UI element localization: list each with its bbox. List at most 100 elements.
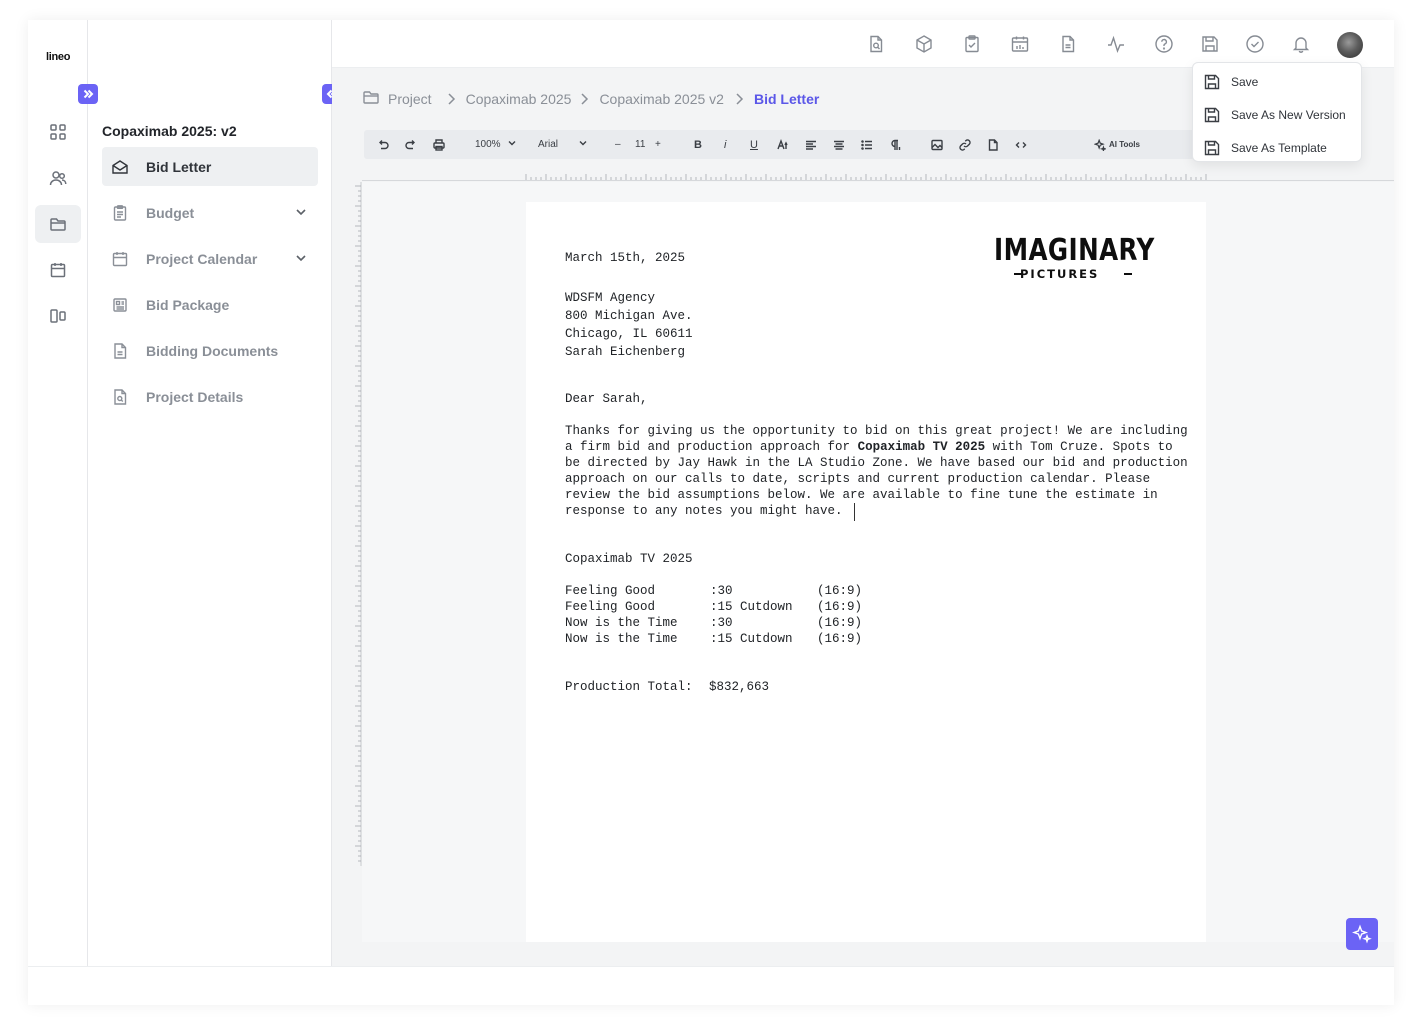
ai-assistant-button[interactable] bbox=[1346, 918, 1378, 950]
menu-item-label: Save As New Version bbox=[1231, 107, 1346, 122]
app-window: lineo Copaximab 2025: v2 Bid Letter Budg… bbox=[28, 20, 1394, 1005]
sidebar-item-label: Bid Letter bbox=[146, 158, 212, 175]
font-size-input[interactable]: 11 bbox=[635, 136, 645, 153]
sidebar-item-label: Project Details bbox=[146, 388, 244, 405]
code-icon[interactable] bbox=[1014, 136, 1028, 153]
sidebar-item-bidding-documents[interactable]: Bidding Documents bbox=[102, 331, 318, 370]
redo-icon[interactable] bbox=[404, 136, 418, 153]
sidebar-item-label: Project Calendar bbox=[146, 250, 258, 267]
cube-icon[interactable] bbox=[913, 33, 935, 55]
sidebar-item-label: Bidding Documents bbox=[146, 342, 279, 359]
horizontal-ruler[interactable] bbox=[362, 161, 1394, 181]
breadcrumb-copaximab-2025-v2[interactable]: Copaximab 2025 v2 bbox=[599, 91, 724, 107]
check-circle-icon[interactable] bbox=[1244, 33, 1266, 55]
left-rail: lineo bbox=[28, 20, 88, 966]
address-line: Sarah Eichenberg bbox=[565, 345, 686, 359]
chevron-down-icon[interactable] bbox=[294, 251, 308, 265]
save-icon[interactable] bbox=[1199, 33, 1221, 55]
spot-name: Feeling Good bbox=[565, 584, 656, 598]
rail-layout[interactable] bbox=[35, 297, 81, 335]
activity-icon[interactable] bbox=[1105, 33, 1127, 55]
bold-button[interactable]: B bbox=[694, 136, 702, 153]
zoom-value: 100% bbox=[475, 139, 501, 150]
align-center-icon[interactable] bbox=[832, 136, 846, 153]
spot-ratio: (16:9) bbox=[817, 584, 863, 598]
body-line: be directed by Jay Hawk in the LA Studio… bbox=[565, 456, 1188, 470]
vertical-ruler[interactable] bbox=[346, 182, 362, 866]
rail-users[interactable] bbox=[35, 159, 81, 197]
spot-length: :30 bbox=[710, 616, 733, 630]
spot-name: Feeling Good bbox=[565, 600, 656, 614]
calendar-chart-icon[interactable] bbox=[1009, 33, 1031, 55]
spot-name: Now is the Time bbox=[565, 616, 678, 630]
body-line: response to any notes you might have. bbox=[565, 504, 843, 518]
sidebar-item-bid-package[interactable]: Bid Package bbox=[102, 285, 318, 324]
image-icon[interactable] bbox=[930, 136, 944, 153]
chevron-down-icon bbox=[507, 138, 517, 151]
document-icon bbox=[110, 341, 130, 361]
newspaper-icon bbox=[110, 295, 130, 315]
decrease-font-size-button[interactable]: – bbox=[615, 136, 621, 153]
text-cursor bbox=[854, 503, 855, 521]
ai-tools-button[interactable]: AI Tools bbox=[1094, 136, 1140, 153]
menu-item-label: Save As Template bbox=[1231, 140, 1327, 155]
print-icon[interactable] bbox=[432, 136, 446, 153]
breadcrumb-project[interactable]: Project bbox=[388, 91, 432, 107]
breadcrumb-copaximab-2025[interactable]: Copaximab 2025 bbox=[466, 91, 572, 107]
avatar[interactable] bbox=[1337, 32, 1363, 58]
menu-item-save-as-template[interactable]: Save As Template bbox=[1193, 131, 1363, 164]
undo-icon[interactable] bbox=[376, 136, 390, 153]
save-icon bbox=[1204, 140, 1220, 155]
increase-font-size-button[interactable]: + bbox=[655, 136, 661, 153]
expand-rail-button[interactable] bbox=[78, 84, 98, 104]
chevron-right-icon bbox=[446, 92, 456, 106]
italic-button[interactable]: i bbox=[724, 136, 726, 153]
rail-projects[interactable] bbox=[35, 205, 81, 243]
font-value: Arial bbox=[538, 139, 559, 150]
link-icon[interactable] bbox=[958, 136, 972, 153]
document-page[interactable]: IMAGINARY PICTURES March 15th, 2025 WDSF… bbox=[526, 202, 1206, 942]
letter-date: March 15th, 2025 bbox=[565, 251, 686, 265]
save-icon bbox=[1204, 74, 1220, 89]
logo-wordmark: IMAGINARY bbox=[994, 233, 1155, 268]
calendar-icon bbox=[110, 249, 130, 269]
address-line: 800 Michigan Ave. bbox=[565, 309, 693, 323]
address-line: WDSFM Agency bbox=[565, 291, 656, 305]
menu-item-save-as-new-version[interactable]: Save As New Version bbox=[1193, 98, 1363, 131]
main-area: Project Copaximab 2025 Copaximab 2025 v2… bbox=[332, 20, 1394, 966]
list-icon[interactable] bbox=[860, 136, 874, 153]
file-search-icon[interactable] bbox=[865, 33, 887, 55]
chevron-down-icon[interactable] bbox=[294, 205, 308, 219]
help-icon[interactable] bbox=[1153, 33, 1175, 55]
file-search-icon bbox=[110, 387, 130, 407]
sidebar-item-project-details[interactable]: Project Details bbox=[102, 377, 318, 416]
align-left-icon[interactable] bbox=[804, 136, 818, 153]
page-icon[interactable] bbox=[986, 136, 1000, 153]
text-size-icon[interactable] bbox=[776, 136, 790, 153]
rail-dashboard[interactable] bbox=[35, 113, 81, 151]
spot-ratio: (16:9) bbox=[817, 616, 863, 630]
menu-item-save[interactable]: Save bbox=[1193, 65, 1363, 98]
paragraph-icon[interactable] bbox=[888, 136, 902, 153]
calendar-icon bbox=[50, 263, 66, 278]
sidebar-item-budget[interactable]: Budget bbox=[102, 193, 318, 232]
rail-calendar[interactable] bbox=[35, 251, 81, 289]
letter-greeting: Dear Sarah, bbox=[565, 392, 648, 406]
sidebar-item-project-calendar[interactable]: Project Calendar bbox=[102, 239, 318, 278]
bell-icon[interactable] bbox=[1290, 33, 1312, 55]
underline-button[interactable]: U bbox=[750, 136, 758, 153]
clipboard-check-icon[interactable] bbox=[961, 33, 983, 55]
grid-icon bbox=[50, 124, 66, 140]
app-logo: lineo bbox=[46, 51, 71, 63]
menu-item-label: Save bbox=[1231, 74, 1259, 89]
folder-icon bbox=[50, 218, 66, 231]
spot-ratio: (16:9) bbox=[817, 600, 863, 614]
sidebar-item-bid-letter[interactable]: Bid Letter bbox=[102, 147, 318, 186]
spot-name: Now is the Time bbox=[565, 632, 678, 646]
document-icon[interactable] bbox=[1057, 33, 1079, 55]
font-select[interactable]: Arial bbox=[538, 136, 588, 153]
body-text: with Tom Cruze. Spots to bbox=[985, 440, 1173, 454]
chevron-down-icon bbox=[578, 138, 588, 151]
zoom-select[interactable]: 100% bbox=[475, 136, 517, 153]
sparkle-icon bbox=[1352, 924, 1372, 944]
